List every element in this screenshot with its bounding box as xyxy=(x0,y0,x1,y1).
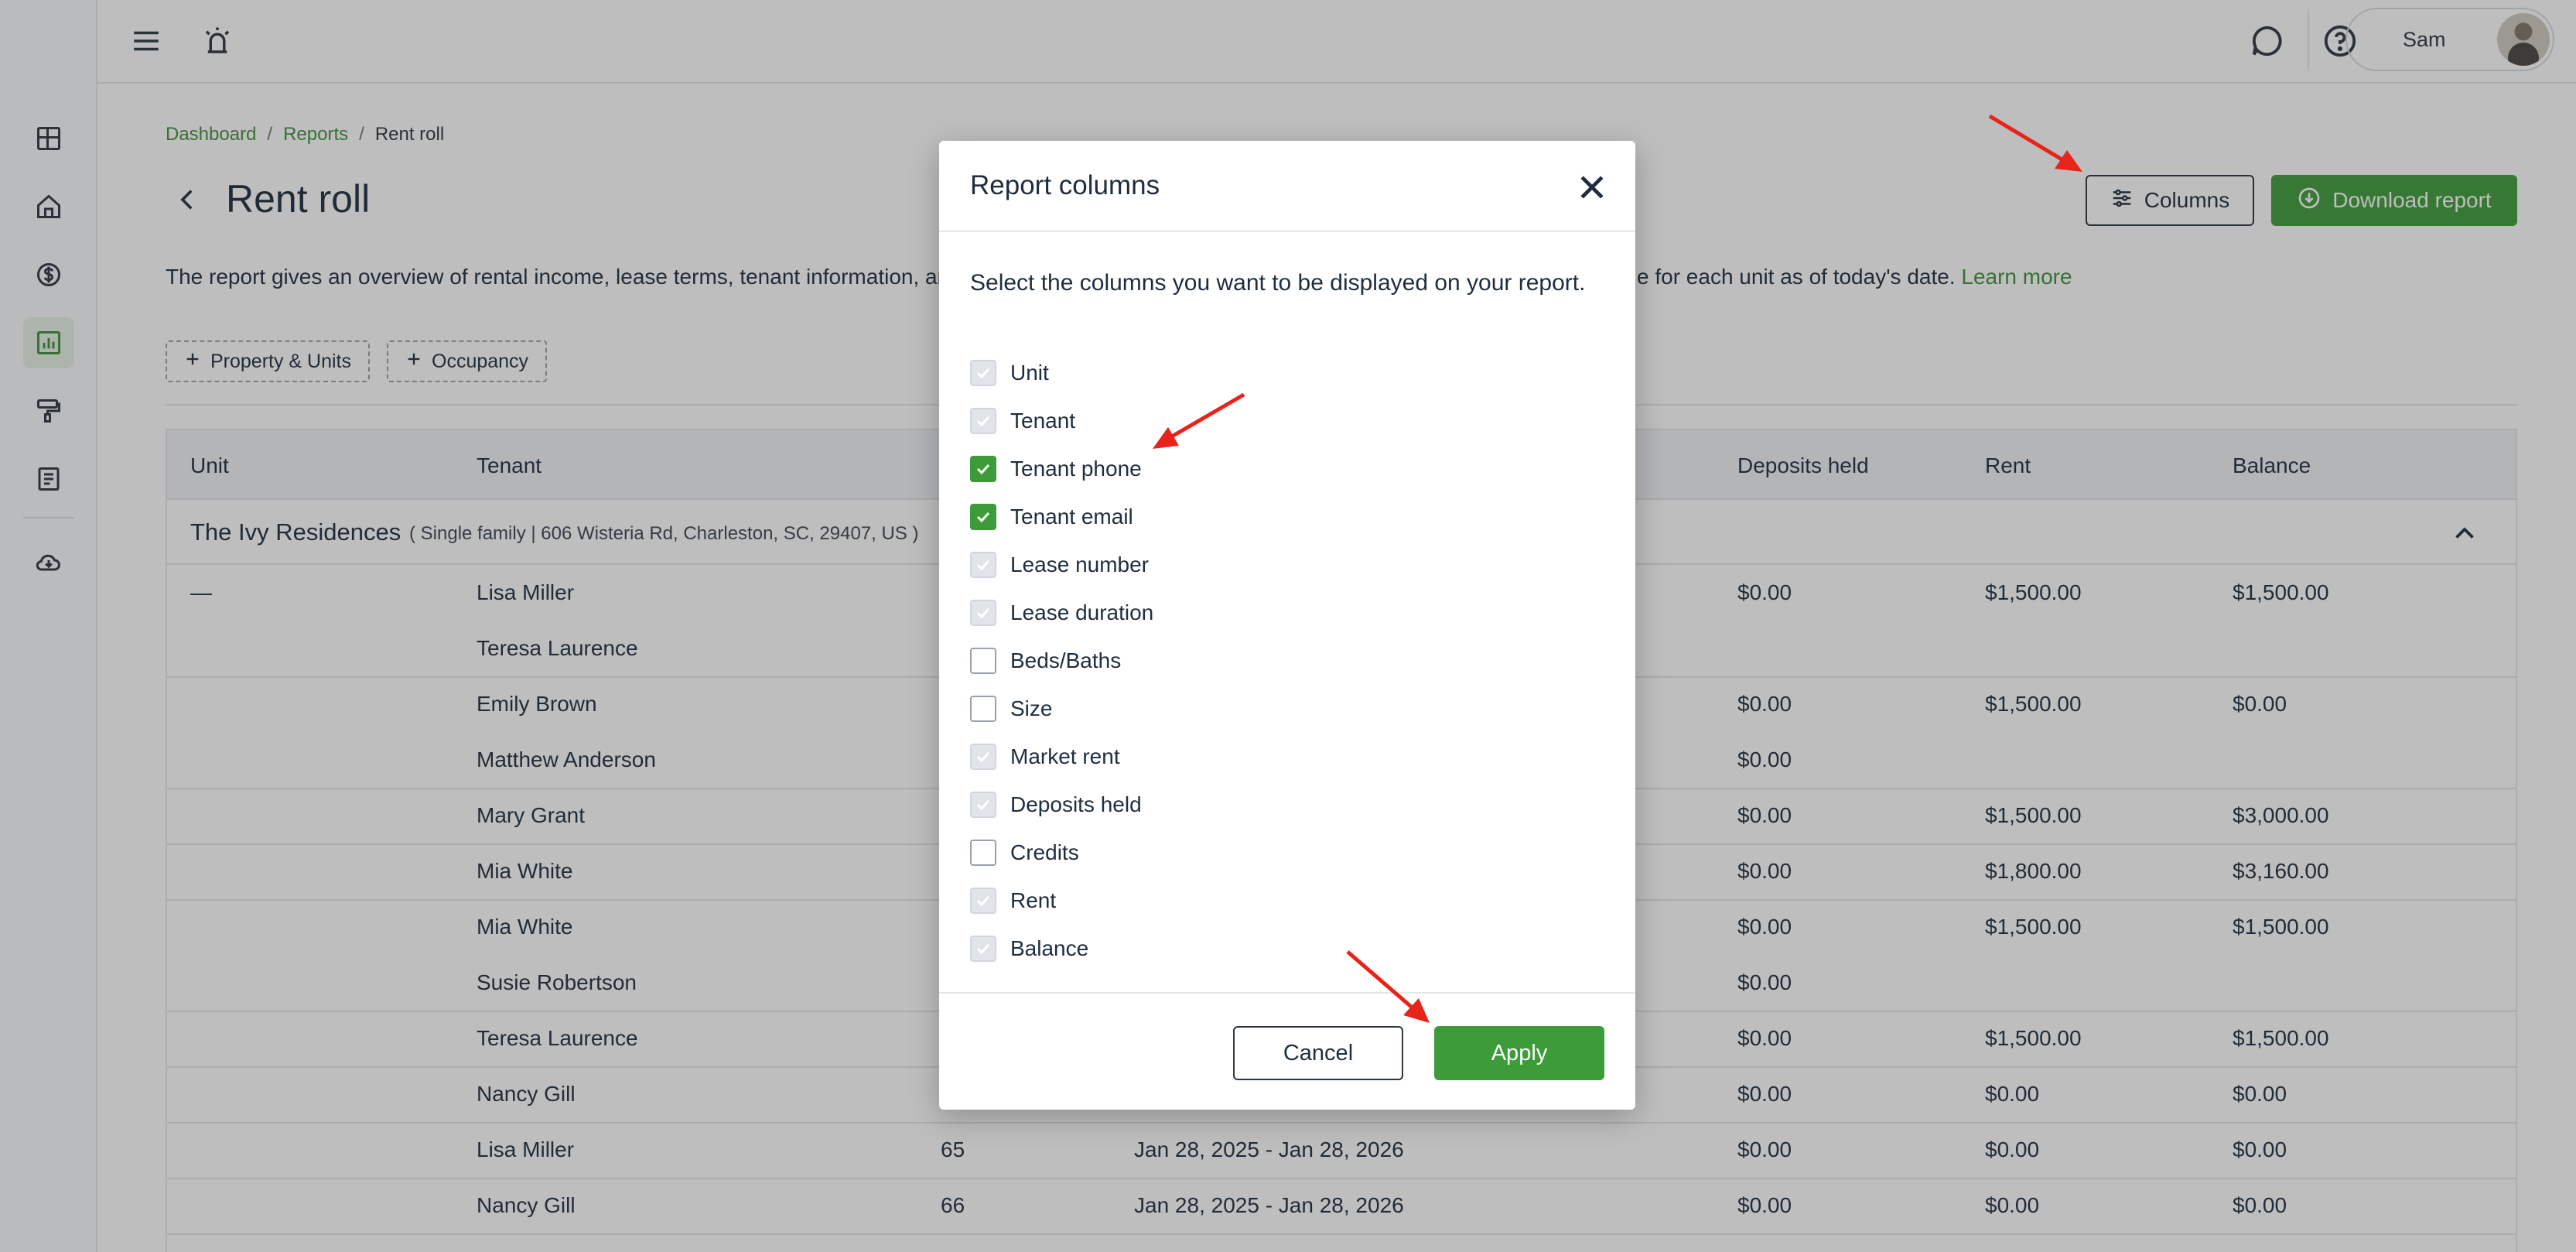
column-option: Balance xyxy=(970,933,1088,964)
column-option[interactable]: Size xyxy=(970,693,1052,724)
column-option-label: Credits xyxy=(1010,840,1079,864)
column-option-label: Unit xyxy=(1010,361,1049,385)
apply-button[interactable]: Apply xyxy=(1434,1026,1604,1080)
column-option-label: Tenant xyxy=(1010,409,1076,433)
column-option: Lease number xyxy=(970,549,1149,580)
column-option-label: Tenant email xyxy=(1010,505,1133,529)
checkbox xyxy=(970,744,996,770)
checkbox xyxy=(970,552,996,578)
column-option-label: Lease number xyxy=(1010,552,1150,576)
checkbox[interactable] xyxy=(970,648,996,674)
checkbox xyxy=(970,792,996,818)
close-icon[interactable] xyxy=(1575,170,1609,204)
column-option: Rent xyxy=(970,885,1056,916)
column-option: Tenant xyxy=(970,405,1075,436)
checkbox xyxy=(970,936,996,962)
cancel-button[interactable]: Cancel xyxy=(1233,1026,1403,1080)
column-option[interactable]: Tenant phone xyxy=(970,453,1142,484)
column-option-label: Balance xyxy=(1010,936,1089,960)
modal-title: Report columns xyxy=(970,170,1160,200)
checkbox xyxy=(970,600,996,626)
modal-header: Report columns xyxy=(939,141,1635,232)
column-option-label: Lease duration xyxy=(1010,600,1154,624)
checkbox[interactable] xyxy=(970,840,996,866)
column-option-label: Beds/Baths xyxy=(1010,648,1122,672)
modal-instructions: Select the columns you want to be displa… xyxy=(970,270,1586,296)
checkbox[interactable] xyxy=(970,456,996,482)
column-option-label: Deposits held xyxy=(1010,792,1142,816)
checkbox xyxy=(970,888,996,914)
report-columns-modal: Report columns Select the columns you wa… xyxy=(939,141,1635,1110)
column-option: Market rent xyxy=(970,741,1120,772)
column-option: Unit xyxy=(970,357,1049,388)
column-option: Lease duration xyxy=(970,597,1153,628)
modal-footer-divider xyxy=(939,992,1635,994)
column-option-label: Tenant phone xyxy=(1010,457,1142,481)
checkbox[interactable] xyxy=(970,696,996,722)
column-option: Deposits held xyxy=(970,789,1142,820)
checkbox xyxy=(970,408,996,434)
column-option-label: Rent xyxy=(1010,888,1057,912)
checkbox[interactable] xyxy=(970,504,996,530)
column-option-label: Size xyxy=(1010,696,1053,720)
column-option[interactable]: Beds/Baths xyxy=(970,645,1121,676)
checkbox xyxy=(970,360,996,386)
column-option[interactable]: Tenant email xyxy=(970,501,1133,532)
column-option-label: Market rent xyxy=(1010,744,1120,768)
column-option[interactable]: Credits xyxy=(970,837,1079,868)
